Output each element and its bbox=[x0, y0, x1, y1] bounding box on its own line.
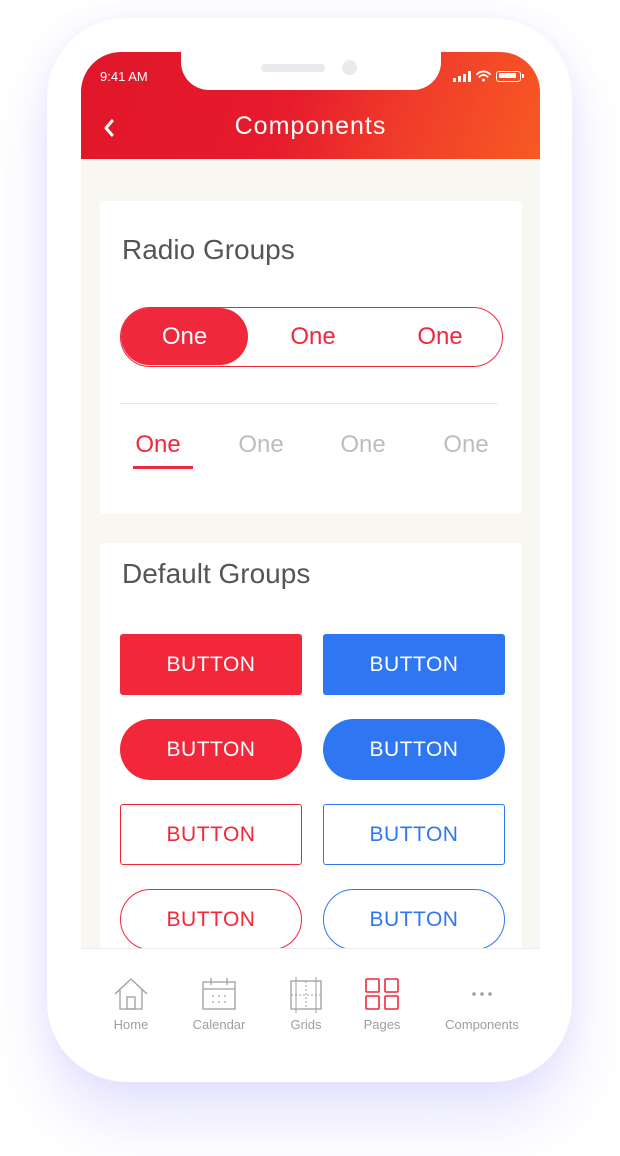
segmented-control: One One One bbox=[120, 307, 503, 367]
segment-option-3[interactable]: One bbox=[376, 308, 504, 365]
home-icon bbox=[114, 978, 148, 1010]
device-notch bbox=[181, 52, 441, 90]
blue-outline-rounded-button[interactable]: BUTTON bbox=[323, 889, 505, 950]
radio-groups-title: Radio Groups bbox=[122, 234, 295, 265]
tab-option-4[interactable]: One bbox=[426, 431, 506, 459]
front-camera bbox=[342, 60, 357, 75]
blue-filled-rounded-button[interactable]: BUTTON bbox=[323, 719, 505, 780]
pages-icon bbox=[365, 978, 399, 1010]
tab-pages-label: Pages bbox=[363, 1017, 401, 1032]
radio-groups-card: Radio Groups One One One One One One One bbox=[100, 201, 522, 514]
tab-calendar[interactable]: Calendar bbox=[174, 949, 264, 1050]
tab-calendar-label: Calendar bbox=[192, 1017, 246, 1032]
tab-option-3[interactable]: One bbox=[323, 431, 403, 459]
section-divider bbox=[120, 403, 498, 404]
tab-home[interactable]: Home bbox=[86, 949, 176, 1050]
status-icons bbox=[453, 68, 524, 84]
blue-outline-square-button[interactable]: BUTTON bbox=[323, 804, 505, 865]
tab-pages[interactable]: Pages bbox=[337, 949, 427, 1050]
red-filled-square-button[interactable]: BUTTON bbox=[120, 634, 302, 695]
grid-layout-icon bbox=[290, 977, 322, 1013]
bottom-tab-bar: Home Calendar Grids Pages Components bbox=[81, 948, 540, 1050]
blue-filled-square-button[interactable]: BUTTON bbox=[323, 634, 505, 695]
red-filled-rounded-button[interactable]: BUTTON bbox=[120, 719, 302, 780]
tab-active-indicator bbox=[133, 466, 193, 469]
default-groups-card: Default Groups BUTTON BUTTON BUTTON BUTT… bbox=[100, 543, 522, 963]
default-groups-title: Default Groups bbox=[122, 558, 311, 589]
calendar-icon bbox=[202, 978, 236, 1010]
status-time: 9:41 AM bbox=[100, 69, 148, 84]
page-title: Components bbox=[234, 112, 387, 140]
wifi-icon bbox=[476, 70, 491, 82]
battery-icon bbox=[496, 70, 524, 82]
tab-components-label: Components bbox=[445, 1017, 519, 1032]
signal-icon bbox=[453, 70, 471, 82]
segment-option-2[interactable]: One bbox=[249, 308, 377, 365]
segment-option-1[interactable]: One bbox=[121, 308, 248, 365]
tab-components[interactable]: Components bbox=[437, 949, 527, 1050]
tab-home-label: Home bbox=[113, 1017, 149, 1032]
red-outline-rounded-button[interactable]: BUTTON bbox=[120, 889, 302, 950]
more-dots-icon bbox=[472, 992, 492, 996]
red-outline-square-button[interactable]: BUTTON bbox=[120, 804, 302, 865]
tab-option-2[interactable]: One bbox=[221, 431, 301, 459]
speaker-grille bbox=[261, 64, 325, 72]
app-screen: 9:41 AM Components Radio Groups One One … bbox=[81, 52, 540, 1050]
tab-option-1[interactable]: One bbox=[118, 431, 198, 459]
